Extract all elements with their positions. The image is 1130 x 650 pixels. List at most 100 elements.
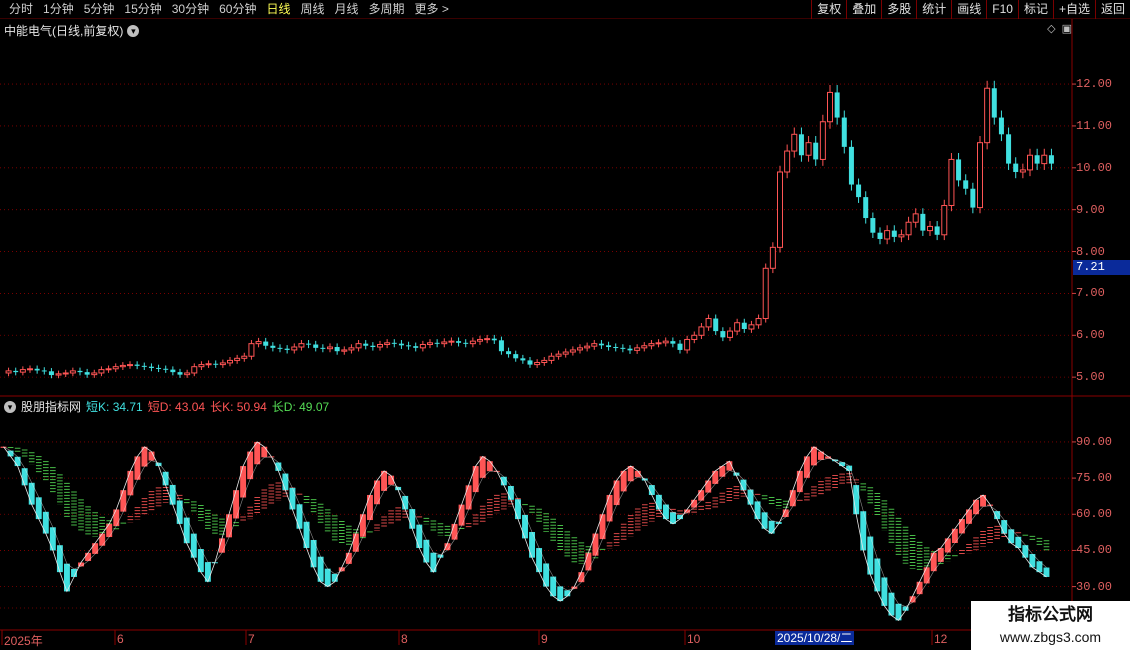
short-band-32 xyxy=(226,514,232,538)
price-tick-label-3: 9.00 xyxy=(1076,202,1105,217)
candle-93 xyxy=(670,341,676,344)
candle-47 xyxy=(341,349,348,352)
short-band-105 xyxy=(740,479,747,491)
candle-98 xyxy=(705,318,712,328)
candle-13 xyxy=(98,369,105,374)
short-band-73 xyxy=(514,499,521,520)
candle-86 xyxy=(620,347,626,349)
candle-46 xyxy=(334,347,340,352)
candle-115 xyxy=(827,91,833,123)
candle-43 xyxy=(313,344,319,348)
price-tick-label-5: 7.00 xyxy=(1076,286,1105,301)
candle-91 xyxy=(655,342,662,345)
candle-87 xyxy=(627,348,633,351)
candle-114 xyxy=(819,121,826,160)
candle-18 xyxy=(134,364,140,366)
candle-34 xyxy=(248,343,255,357)
candle-112 xyxy=(805,142,812,156)
candle-135 xyxy=(970,188,976,208)
candle-122 xyxy=(877,232,883,239)
short-band-120 xyxy=(846,465,853,471)
candle-140 xyxy=(1006,134,1012,164)
candle-4 xyxy=(34,368,40,371)
short-band-74 xyxy=(522,514,528,539)
short-band-85 xyxy=(599,514,606,540)
indicator-title-bar: ▾ 股朋指标网 短K: 34.71 短D: 43.04 长K: 50.94 长D: 4… xyxy=(4,398,329,415)
short-band-83 xyxy=(585,552,592,571)
candle-139 xyxy=(998,117,1004,135)
candle-15 xyxy=(112,366,119,370)
short-band-133 xyxy=(937,548,944,562)
short-band-15 xyxy=(106,523,113,538)
candle-81 xyxy=(584,345,591,349)
candle-121 xyxy=(870,218,876,233)
candle-144 xyxy=(1034,155,1040,164)
candle-35 xyxy=(255,341,262,345)
short-band-130 xyxy=(916,581,923,595)
candle-36 xyxy=(263,341,269,346)
short-band-134 xyxy=(944,538,951,553)
cursor-date: 2025/10/28/二 xyxy=(775,631,855,645)
candle-22 xyxy=(163,368,169,370)
candle-145 xyxy=(1041,154,1048,165)
candle-137 xyxy=(984,87,991,144)
indicator-value-1: 短D: 43.04 xyxy=(147,400,206,414)
candle-130 xyxy=(934,226,940,235)
candle-99 xyxy=(713,318,719,332)
candle-133 xyxy=(956,159,962,181)
short-band-58 xyxy=(409,509,416,529)
candle-24 xyxy=(177,372,183,375)
ind-tick-label-0: 90.00 xyxy=(1076,434,1113,449)
short-band-17 xyxy=(120,490,127,512)
chevron-down-icon[interactable]: ▾ xyxy=(4,400,16,413)
candle-48 xyxy=(348,347,355,351)
short-band-5 xyxy=(35,497,42,520)
candle-73 xyxy=(527,360,533,365)
short-band-93 xyxy=(655,494,662,510)
short-band-109 xyxy=(768,520,775,534)
candle-146 xyxy=(1048,155,1054,164)
candle-45 xyxy=(327,346,333,350)
candle-94 xyxy=(677,343,683,350)
candle-60 xyxy=(434,342,440,344)
watermark-url: www.zbgs3.com xyxy=(999,629,1102,645)
candle-39 xyxy=(284,348,290,350)
short-band-24 xyxy=(169,484,176,505)
candle-120 xyxy=(863,197,869,219)
candle-33 xyxy=(241,355,248,359)
price-tick-label-6: 6.00 xyxy=(1076,328,1105,343)
short-band-25 xyxy=(176,500,183,524)
candle-109 xyxy=(784,150,791,173)
short-band-79 xyxy=(557,586,564,602)
candle-57 xyxy=(413,346,419,348)
candle-49 xyxy=(355,343,362,349)
short-band-66 xyxy=(465,485,472,510)
candle-23 xyxy=(170,369,176,373)
candle-10 xyxy=(77,370,83,373)
candle-103 xyxy=(741,322,747,330)
candle-55 xyxy=(398,343,404,346)
short-band-52 xyxy=(367,494,373,521)
price-tick-label-2: 10.00 xyxy=(1076,160,1113,175)
candle-105 xyxy=(755,318,762,326)
short-band-50 xyxy=(352,533,359,552)
candle-119 xyxy=(856,184,862,198)
candle-136 xyxy=(977,142,983,209)
candle-7 xyxy=(55,373,62,376)
candle-142 xyxy=(1019,169,1026,173)
candle-42 xyxy=(306,343,312,345)
ind-tick-label-1: 75.00 xyxy=(1076,471,1113,486)
candle-14 xyxy=(105,368,112,371)
ind-tick-label-2: 60.00 xyxy=(1076,507,1113,522)
short-band-33 xyxy=(233,490,240,519)
candle-92 xyxy=(662,340,669,344)
candle-20 xyxy=(148,366,154,368)
short-band-4 xyxy=(28,482,35,505)
candle-0 xyxy=(5,370,12,374)
short-band-49 xyxy=(345,552,352,564)
date-tick-label-0: 2025年 xyxy=(4,634,43,648)
candle-37 xyxy=(270,345,276,348)
candle-79 xyxy=(569,349,576,353)
candle-138 xyxy=(991,88,997,118)
candle-113 xyxy=(813,142,819,160)
